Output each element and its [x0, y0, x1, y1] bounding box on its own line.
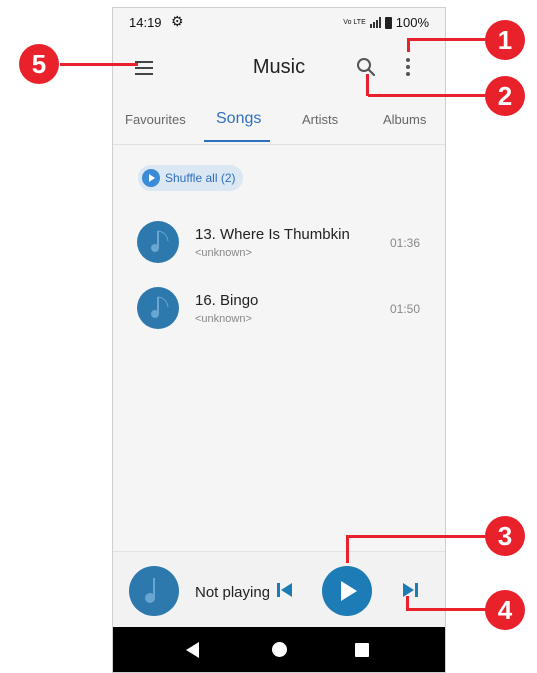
app-bar: Music — [113, 44, 445, 94]
phone-screen: 14:19 ⚙ Vo LTE 100% Music Favourites Son… — [112, 7, 446, 673]
shuffle-all-button[interactable]: Shuffle all (2) — [138, 165, 244, 191]
tab-albums[interactable]: Albums — [383, 112, 426, 127]
skip-previous-icon[interactable] — [274, 580, 296, 600]
menu-icon[interactable] — [135, 54, 163, 82]
signal-icon — [369, 17, 381, 28]
tab-bar: Favourites Songs Artists Albums — [113, 104, 445, 145]
callout-5: 5 — [19, 44, 59, 84]
callout-line-3-vertical — [346, 535, 349, 563]
callout-line-1 — [409, 38, 487, 41]
song-row[interactable]: 13. Where Is Thumbkin <unknown> 01:36 — [113, 213, 445, 271]
more-options-icon[interactable] — [396, 52, 420, 82]
mini-player: Not playing — [113, 551, 445, 628]
status-bar: 14:19 ⚙ Vo LTE 100% — [113, 8, 445, 34]
system-nav-bar — [113, 627, 445, 672]
tab-favourites[interactable]: Favourites — [125, 112, 186, 127]
song-title: 16. Bingo — [195, 292, 259, 309]
battery-icon — [384, 16, 392, 29]
volte-indicator: Vo LTE — [343, 19, 366, 26]
song-duration: 01:36 — [389, 236, 420, 250]
play-circle-icon — [142, 169, 160, 187]
now-playing-art-icon — [129, 566, 179, 616]
callout-2: 2 — [485, 76, 525, 116]
tab-songs[interactable]: Songs — [216, 110, 261, 128]
active-tab-indicator — [204, 140, 270, 142]
skip-next-icon[interactable] — [399, 580, 421, 600]
status-time: 14:19 — [129, 15, 162, 30]
tab-artists[interactable]: Artists — [302, 112, 338, 127]
play-icon[interactable] — [322, 566, 372, 616]
song-duration: 01:50 — [389, 302, 420, 316]
callout-line-4 — [408, 608, 487, 611]
callout-line-5 — [60, 63, 138, 66]
back-icon[interactable] — [186, 642, 199, 658]
song-row[interactable]: 16. Bingo <unknown> 01:50 — [113, 279, 445, 337]
callout-1: 1 — [485, 20, 525, 60]
settings-gear-icon: ⚙ — [171, 13, 184, 29]
callout-4: 4 — [485, 590, 525, 630]
callout-line-1-vertical — [407, 38, 410, 52]
callout-line-4-vertical — [406, 596, 409, 611]
shuffle-all-label: Shuffle all (2) — [165, 171, 236, 185]
song-title: 13. Where Is Thumbkin — [195, 226, 350, 243]
song-art-icon — [137, 221, 179, 263]
song-art-icon — [137, 287, 179, 329]
callout-line-2-vertical — [366, 74, 369, 96]
now-playing-label: Not playing — [195, 584, 269, 601]
recents-icon[interactable] — [355, 643, 369, 657]
callout-3: 3 — [485, 516, 525, 556]
callout-line-2 — [368, 94, 487, 97]
song-artist: <unknown> — [195, 247, 252, 259]
song-artist: <unknown> — [195, 313, 252, 325]
callout-line-3 — [348, 535, 487, 538]
battery-percent: 100% — [395, 15, 429, 30]
home-icon[interactable] — [272, 642, 287, 657]
status-indicators: Vo LTE 100% — [343, 15, 429, 30]
